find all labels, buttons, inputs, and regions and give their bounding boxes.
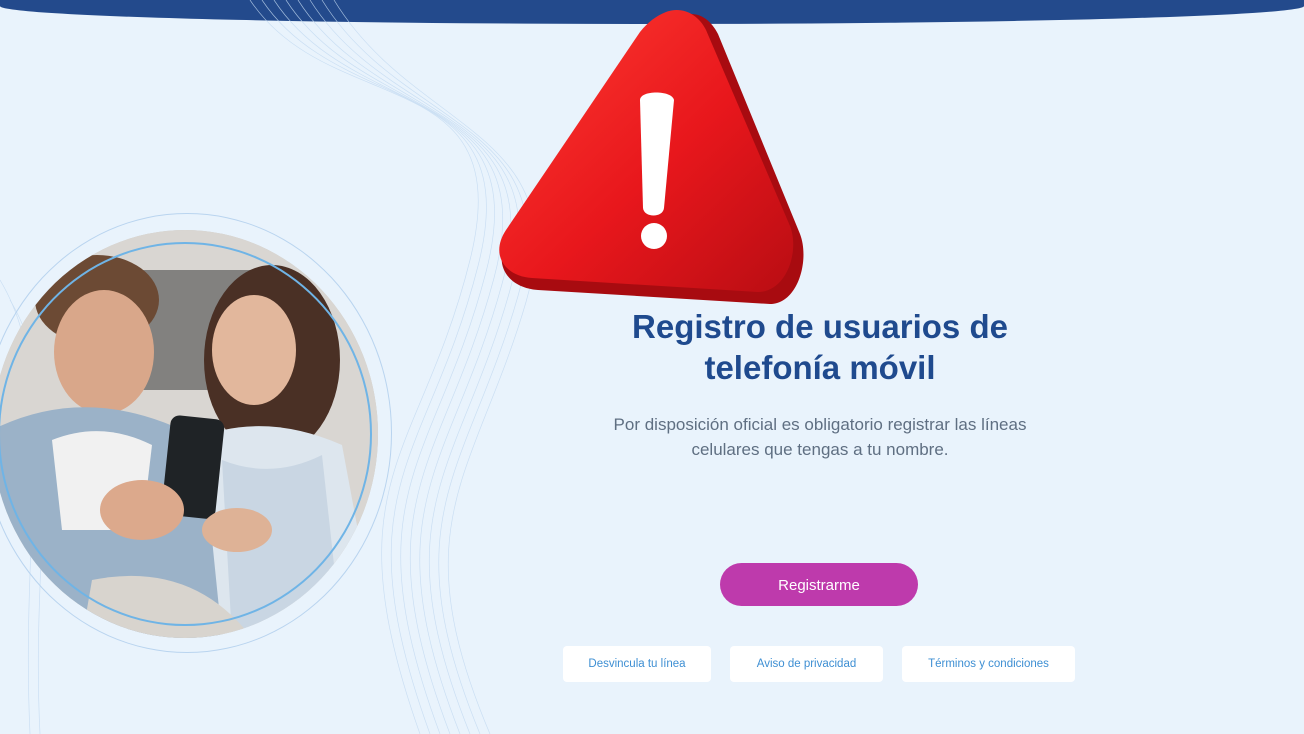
subtitle-line-1: Por disposición oficial es obligatorio r… — [613, 415, 1027, 434]
page-subtitle: Por disposición oficial es obligatorio r… — [540, 412, 1100, 462]
page-title-line-1: Registro de usuarios de — [632, 308, 1008, 345]
terms-conditions-button[interactable]: Términos y condiciones — [902, 646, 1075, 682]
register-button[interactable]: Registrarme — [720, 563, 918, 606]
page-title-line-2: telefonía móvil — [704, 349, 936, 386]
unlink-line-button[interactable]: Desvincula tu línea — [563, 646, 711, 682]
privacy-notice-button[interactable]: Aviso de privacidad — [730, 646, 883, 682]
photo-inner-ring — [0, 242, 372, 626]
subtitle-line-2: celulares que tengas a tu nombre. — [691, 440, 949, 459]
page-title: Registro de usuarios de telefonía móvil — [520, 306, 1120, 388]
warning-triangle-icon — [499, 10, 804, 304]
